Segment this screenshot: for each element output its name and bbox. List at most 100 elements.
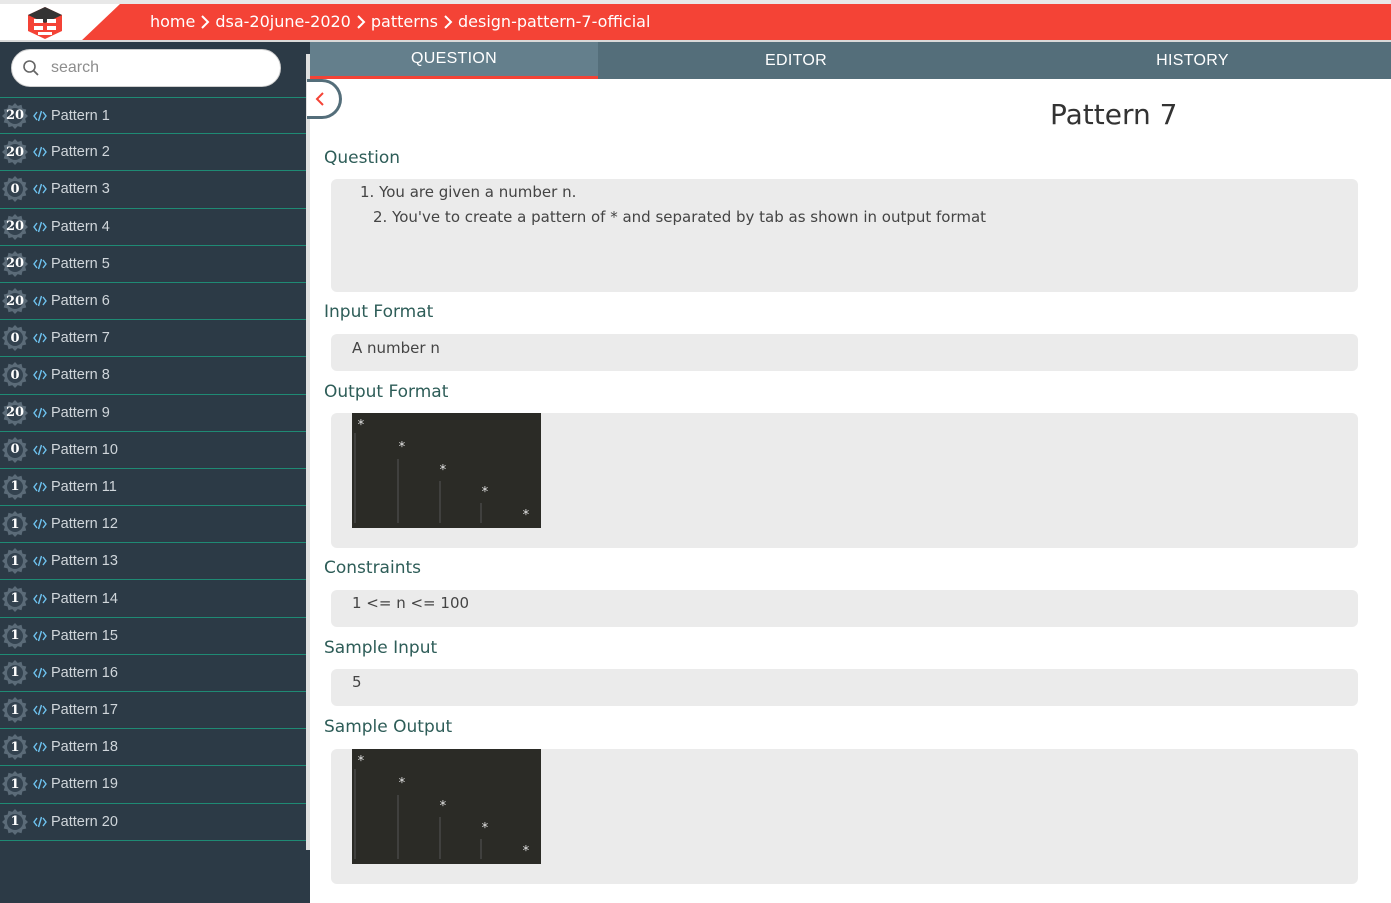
sidebar-problem-label: Pattern 9: [51, 404, 110, 421]
sidebar-problem-item[interactable]: 1 Pattern 11: [0, 469, 306, 507]
svg-text:*: *: [481, 485, 489, 500]
sidebar-problem-label: Pattern 19: [51, 776, 118, 793]
sample-output-heading: Sample Output: [324, 717, 453, 737]
sidebar-problem-item[interactable]: 20 Pattern 1: [0, 97, 306, 135]
output-format-image: * * * * *: [352, 413, 541, 528]
sidebar-problem-label: Pattern 17: [51, 702, 118, 719]
sidebar-problem-item[interactable]: 0 Pattern 3: [0, 171, 306, 209]
chevron-right-icon: [444, 14, 453, 29]
tab-history[interactable]: HISTORY: [994, 42, 1391, 79]
sidebar-problem-item[interactable]: 1 Pattern 15: [0, 618, 306, 655]
svg-text:*: *: [357, 754, 365, 769]
sidebar-problem-label: Pattern 2: [51, 144, 110, 161]
score-value: 1: [10, 553, 20, 569]
input-format-panel: A number n: [331, 334, 1358, 371]
code-icon: [33, 518, 47, 530]
sidebar-problem-item[interactable]: 1 Pattern 13: [0, 543, 306, 581]
code-icon: [33, 630, 47, 641]
sidebar-problem-item[interactable]: 0 Pattern 10: [0, 432, 306, 469]
output-format-heading: Output Format: [324, 382, 449, 402]
score-badge: 20: [2, 139, 28, 166]
breadcrumb-home[interactable]: home: [150, 12, 195, 31]
svg-text:*: *: [522, 844, 530, 859]
sidebar-problem-label: Pattern 16: [51, 664, 118, 681]
code-icon: [33, 258, 47, 270]
search-input[interactable]: [51, 59, 251, 77]
tab-question[interactable]: QUESTION: [310, 42, 598, 79]
breadcrumb-course[interactable]: dsa-20june-2020: [215, 12, 351, 31]
chevron-right-icon: [357, 14, 366, 29]
score-value: 0: [10, 330, 20, 346]
score-badge: 1: [2, 697, 28, 724]
sidebar-problem-label: Pattern 3: [51, 181, 110, 198]
score-value: 0: [10, 367, 20, 383]
sample-input-heading: Sample Input: [324, 638, 438, 658]
breadcrumb-topic[interactable]: patterns: [371, 12, 438, 31]
sidebar-problem-label: Pattern 8: [51, 367, 110, 384]
sample-input-panel: 5: [331, 669, 1358, 706]
code-icon: [33, 704, 47, 716]
code-icon: [33, 779, 47, 790]
pattern-output-graphic: * * * * *: [354, 754, 530, 859]
sidebar-problem-item[interactable]: 0 Pattern 8: [0, 357, 306, 395]
sidebar-scrollbar[interactable]: [306, 54, 310, 850]
sample-output-panel: * * * * *: [331, 749, 1358, 884]
search-box: [11, 49, 281, 87]
pepcoding-logo-icon[interactable]: [26, 6, 64, 40]
svg-text:*: *: [439, 799, 447, 814]
score-badge: 1: [2, 659, 28, 686]
score-value: 1: [10, 665, 20, 681]
sidebar-problem-item[interactable]: 20 Pattern 5: [0, 246, 306, 283]
sidebar-problem-label: Pattern 4: [51, 218, 110, 235]
breadcrumb-current[interactable]: design-pattern-7-official: [458, 12, 650, 31]
svg-text:*: *: [357, 418, 365, 433]
score-value: 20: [5, 293, 25, 309]
code-icon: [33, 816, 47, 827]
sidebar-problem-item[interactable]: 1 Pattern 19: [0, 766, 306, 804]
score-badge: 1: [2, 808, 28, 835]
code-icon: [33, 110, 47, 121]
sidebar-problem-item[interactable]: 1 Pattern 16: [0, 655, 306, 692]
score-value: 20: [5, 144, 25, 160]
tab-editor[interactable]: EDITOR: [598, 42, 994, 79]
sidebar-problem-item[interactable]: 1 Pattern 17: [0, 692, 306, 730]
sidebar-problem-label: Pattern 18: [51, 739, 118, 756]
score-value: 1: [10, 739, 20, 755]
code-icon: [33, 407, 47, 418]
score-value: 1: [10, 516, 20, 532]
sidebar-problem-label: Pattern 1: [51, 107, 110, 124]
input-format-heading: Input Format: [324, 302, 434, 322]
score-value: 20: [5, 256, 25, 272]
code-icon: [33, 184, 47, 195]
sidebar-problem-item[interactable]: 1 Pattern 18: [0, 729, 306, 767]
sidebar-problem-item[interactable]: 1 Pattern 20: [0, 804, 306, 841]
score-badge: 20: [2, 250, 28, 277]
sidebar-problem-item[interactable]: 20 Pattern 4: [0, 209, 306, 246]
sidebar-problem-label: Pattern 10: [51, 441, 118, 458]
score-badge: 20: [2, 213, 28, 240]
score-badge: 1: [2, 771, 28, 798]
sidebar-problem-item[interactable]: 20 Pattern 2: [0, 134, 306, 172]
collapse-sidebar-button[interactable]: [307, 79, 342, 119]
sidebar-problem-item[interactable]: 20 Pattern 9: [0, 395, 306, 432]
problem-list: 20 Pattern 1 20 Pattern 2 0 Pattern 3 20 Patter…: [0, 97, 306, 841]
code-icon: [33, 147, 47, 158]
chevron-right-icon: [201, 14, 210, 29]
score-badge: 1: [2, 734, 28, 761]
score-badge: 20: [2, 102, 28, 129]
sidebar-problem-item[interactable]: 1 Pattern 14: [0, 580, 306, 618]
constraints-panel: 1 <= n <= 100: [331, 590, 1358, 627]
sidebar-problem-item[interactable]: 20 Pattern 6: [0, 283, 306, 321]
code-icon: [33, 556, 47, 567]
score-badge: 1: [2, 473, 28, 500]
score-value: 0: [10, 442, 20, 458]
code-icon: [33, 444, 47, 455]
tab-bar: QUESTION EDITOR HISTORY: [310, 42, 1391, 79]
question-heading: Question: [324, 148, 401, 168]
score-badge: 20: [2, 288, 28, 315]
sidebar-problem-item[interactable]: 0 Pattern 7: [0, 320, 306, 358]
sidebar-problem-label: Pattern 7: [51, 330, 110, 347]
sidebar-problem-item[interactable]: 1 Pattern 12: [0, 506, 306, 544]
svg-text:*: *: [398, 776, 406, 791]
chevron-left-icon: [315, 92, 324, 106]
